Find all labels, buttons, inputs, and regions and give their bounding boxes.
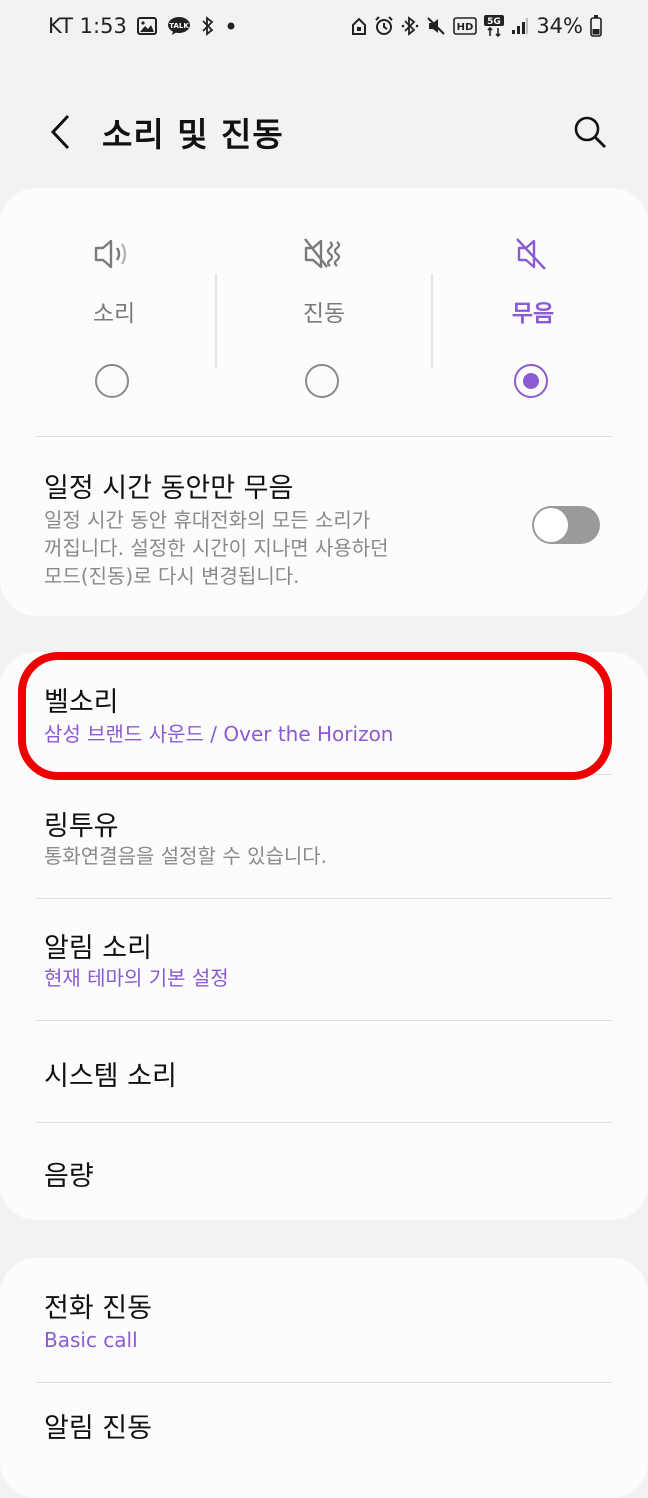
divider <box>36 898 612 899</box>
ringtoyou-subtitle: 통화연결음을 설정할 수 있습니다. <box>44 844 328 868</box>
notification-sound-subtitle: 현재 테마의 기본 설정 <box>44 966 229 990</box>
mute-icon <box>516 238 546 270</box>
alarm-icon <box>374 16 394 36</box>
mode-mute-radio[interactable] <box>514 364 548 398</box>
toggle-knob <box>534 508 568 542</box>
mode-sound-label: 소리 <box>92 301 136 327</box>
chevron-left-icon <box>50 114 70 150</box>
temporary-mute-toggle[interactable] <box>532 506 600 544</box>
sound-mode-card: 소리 진동 무음 일정 시간 동안만 무음 일정 시간 동안 휴대전화의 모든 … <box>0 188 648 616</box>
vibrate-icon <box>304 238 341 269</box>
battery-percent: 34% <box>536 14 583 38</box>
carrier-time: KT 1:53 <box>48 14 127 38</box>
divider <box>36 1382 612 1383</box>
call-vibration-subtitle: Basic call <box>44 1328 138 1352</box>
mode-mute[interactable]: 무음 <box>425 228 641 408</box>
status-bar: KT 1:53 TALK HD 5G 34% <box>0 0 648 56</box>
notification-sound-title: 알림 소리 <box>44 933 152 964</box>
ringtoyou-title: 링투유 <box>44 811 119 842</box>
image-icon <box>136 17 157 35</box>
mode-mute-label: 무음 <box>511 301 555 327</box>
kakaotalk-icon: TALK <box>167 16 191 36</box>
temporary-mute-title: 일정 시간 동안만 무음 <box>44 473 294 504</box>
volume-title: 음량 <box>44 1161 94 1192</box>
mode-vibrate-radio[interactable] <box>305 364 339 398</box>
temporary-mute-desc-line-1: 일정 시간 동안 휴대전화의 모든 소리가 <box>44 508 371 532</box>
sound-mode-selector: 소리 진동 무음 <box>0 228 648 408</box>
vibration-settings-card: 전화 진동 Basic call 알림 진동 <box>0 1258 648 1498</box>
battery-icon <box>590 15 602 37</box>
dot-icon <box>225 20 237 32</box>
temporary-mute-desc-line-3: 모드(진동)로 다시 변경됩니다. <box>44 564 300 588</box>
call-vibration-title: 전화 진동 <box>44 1293 152 1324</box>
page-title: 소리 및 진동 <box>102 115 284 154</box>
svg-text:TALK: TALK <box>169 22 189 30</box>
5g-icon: 5G <box>484 15 505 37</box>
divider <box>36 436 612 437</box>
signal-icon <box>511 17 529 35</box>
mode-sound-radio[interactable] <box>95 364 129 398</box>
speaker-icon <box>94 239 127 269</box>
system-sound-title: 시스템 소리 <box>44 1061 177 1092</box>
hd-icon: HD <box>453 17 478 35</box>
temporary-mute-desc-line-2: 꺼집니다. 설정한 시간이 지나면 사용하던 <box>44 536 389 560</box>
mode-vibrate-label: 진동 <box>302 301 346 327</box>
home-lock-icon <box>351 16 367 36</box>
search-button[interactable] <box>566 110 614 154</box>
ringtone-highlight-annotation <box>18 652 612 780</box>
divider <box>36 1122 612 1123</box>
mute-icon <box>426 16 446 36</box>
5g-badge-text: 5G <box>487 17 501 27</box>
back-button[interactable] <box>40 110 80 154</box>
hd-badge-text: HD <box>457 22 474 33</box>
app-bar: 소리 및 진동 <box>0 92 648 172</box>
search-icon <box>574 116 606 148</box>
bluetooth-icon <box>201 16 215 36</box>
mode-sound[interactable]: 소리 <box>6 228 222 408</box>
notification-vibration-title: 알림 진동 <box>44 1413 152 1444</box>
bluetooth-connected-icon <box>401 16 419 36</box>
mode-vibrate[interactable]: 진동 <box>216 228 432 408</box>
divider <box>36 1020 612 1021</box>
